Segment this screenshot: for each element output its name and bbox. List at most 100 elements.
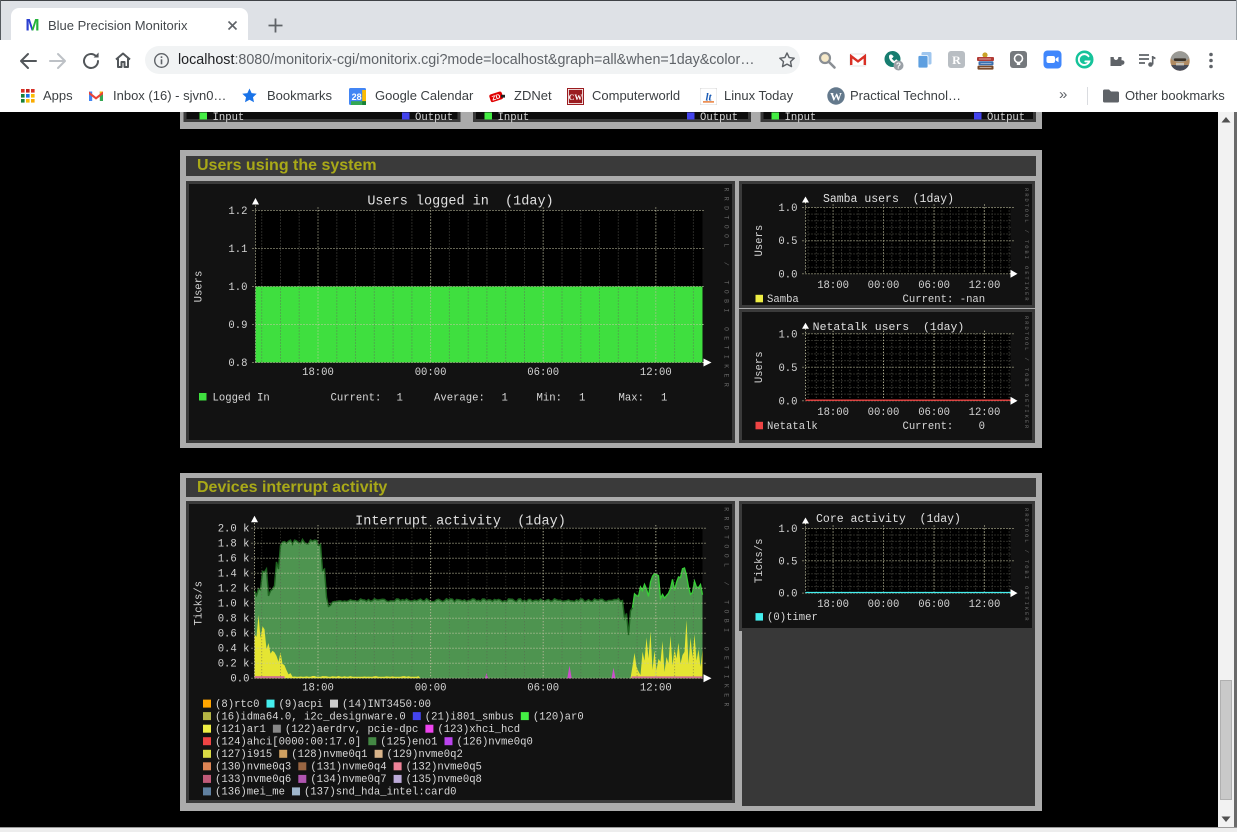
- svg-text:00:00: 00:00: [414, 367, 446, 379]
- svg-text:1.1: 1.1: [228, 244, 247, 256]
- svg-text:(129)nvme0q2: (129)nvme0q2: [386, 749, 462, 761]
- svg-text:(122)aerdrv, pcie-dpc: (122)aerdrv, pcie-dpc: [284, 724, 418, 736]
- svg-text:RRDTOOL / TOBI OETIKER: RRDTOOL / TOBI OETIKER: [1022, 315, 1029, 429]
- svg-text:(137)snd_hda_intel:card0: (137)snd_hda_intel:card0: [303, 786, 456, 798]
- svg-text:(9)acpi: (9)acpi: [278, 699, 323, 711]
- svg-text:1.0: 1.0: [778, 329, 797, 341]
- svg-text:0.8 k: 0.8 k: [217, 613, 249, 625]
- svg-text:RRDTOOL / TOBI OETIKER: RRDTOOL / TOBI OETIKER: [1023, 508, 1030, 622]
- svg-text:0.5: 0.5: [778, 556, 797, 568]
- svg-text:Users logged in (1day): Users logged in (1day): [367, 194, 553, 209]
- svg-text:Interrupt activity (1day): Interrupt activity (1day): [355, 514, 566, 529]
- svg-text:Users: Users: [754, 224, 766, 256]
- svg-text:R: R: [952, 53, 961, 67]
- svg-text:1.4 k: 1.4 k: [217, 568, 249, 580]
- svg-text:Ticks/s: Ticks/s: [193, 581, 205, 626]
- svg-text:Netatalk: Netatalk: [767, 420, 818, 432]
- svg-text:RRDTOOL / TOBI OETIKER: RRDTOOL / TOBI OETIKER: [722, 187, 729, 392]
- svg-text:1.6 k: 1.6 k: [217, 553, 249, 565]
- svg-text:(14)INT3450:00: (14)INT3450:00: [342, 699, 431, 711]
- svg-text:1: 1: [501, 392, 507, 404]
- svg-text:Samba users (1day): Samba users (1day): [822, 193, 953, 206]
- svg-text:1: 1: [661, 392, 667, 404]
- svg-text:Output: Output: [700, 112, 738, 124]
- svg-text:18:00: 18:00: [817, 406, 849, 418]
- svg-text:1.0: 1.0: [228, 282, 247, 294]
- svg-text:W: W: [830, 89, 842, 103]
- svg-text:RRDTOOL / TOBI OETIKER: RRDTOOL / TOBI OETIKER: [1023, 188, 1030, 302]
- svg-text:12:00: 12:00: [968, 280, 1000, 292]
- svg-text:0.5: 0.5: [778, 362, 797, 374]
- svg-text:M: M: [25, 16, 39, 33]
- svg-text:06:00: 06:00: [527, 682, 559, 694]
- svg-text:1: 1: [579, 392, 585, 404]
- svg-text:1.8 k: 1.8 k: [217, 538, 249, 550]
- svg-text:(8)rtc0: (8)rtc0: [215, 699, 260, 711]
- svg-text:(128)nvme0q1: (128)nvme0q1: [291, 749, 367, 761]
- svg-text:(134)nvme0q7: (134)nvme0q7: [310, 774, 386, 786]
- svg-text:1.2: 1.2: [228, 206, 247, 218]
- svg-text:?: ?: [896, 61, 901, 71]
- svg-text:(132)nvme0q5: (132)nvme0q5: [405, 761, 481, 773]
- svg-text:Logged In: Logged In: [212, 392, 269, 404]
- svg-text:Ticks/s: Ticks/s: [754, 538, 766, 583]
- svg-text:0.6 k: 0.6 k: [217, 628, 249, 640]
- svg-text:0.0: 0.0: [230, 673, 249, 685]
- svg-text:00:00: 00:00: [867, 406, 899, 418]
- svg-text:0.0: 0.0: [778, 269, 797, 281]
- svg-text:18:00: 18:00: [302, 682, 334, 694]
- svg-text:Current:: Current:: [330, 392, 381, 404]
- svg-text:12:00: 12:00: [639, 682, 671, 694]
- svg-text:(125)eno1: (125)eno1: [380, 736, 437, 748]
- svg-text:Users: Users: [754, 351, 766, 383]
- svg-text:Min:: Min:: [536, 392, 561, 404]
- svg-text:12:00: 12:00: [968, 406, 1000, 418]
- svg-text:Output: Output: [415, 112, 453, 124]
- svg-text:(123)xhci_hcd: (123)xhci_hcd: [437, 724, 520, 736]
- svg-text:06:00: 06:00: [527, 367, 559, 379]
- svg-text:0.5: 0.5: [778, 236, 797, 248]
- svg-text:Max:: Max:: [618, 392, 643, 404]
- svg-text:(21)i801_smbus: (21)i801_smbus: [424, 711, 513, 723]
- svg-text:(121)ar1: (121)ar1: [215, 724, 266, 736]
- svg-text:18:00: 18:00: [817, 599, 849, 611]
- svg-text:0.0: 0.0: [778, 588, 797, 600]
- svg-text:Input: Input: [498, 112, 530, 124]
- svg-text:00:00: 00:00: [867, 599, 899, 611]
- svg-text:1.2 k: 1.2 k: [217, 583, 249, 595]
- svg-text:2.0 k: 2.0 k: [217, 523, 249, 535]
- svg-text:18:00: 18:00: [817, 280, 849, 292]
- svg-text:1: 1: [396, 392, 402, 404]
- svg-text:Average:: Average:: [434, 392, 485, 404]
- svg-text:(136)mei_me: (136)mei_me: [215, 786, 285, 798]
- svg-text:1.0 k: 1.0 k: [217, 598, 249, 610]
- svg-text:Input: Input: [785, 112, 817, 124]
- svg-text:0.2 k: 0.2 k: [217, 658, 249, 670]
- svg-text:(133)nvme0q6: (133)nvme0q6: [215, 774, 291, 786]
- svg-text:06:00: 06:00: [918, 599, 950, 611]
- svg-text:(131)nvme0q4: (131)nvme0q4: [310, 761, 386, 773]
- svg-text:0.9: 0.9: [228, 320, 247, 332]
- svg-text:Current: 0: Current: 0: [902, 420, 985, 432]
- svg-text:1.0: 1.0: [778, 203, 797, 215]
- svg-text:12:00: 12:00: [968, 599, 1000, 611]
- svg-text:(120)ar0: (120)ar0: [532, 711, 583, 723]
- svg-text:Samba: Samba: [767, 293, 799, 304]
- svg-text:06:00: 06:00: [918, 280, 950, 292]
- svg-text:0.4 k: 0.4 k: [217, 643, 249, 655]
- svg-text:Core activity (1day): Core activity (1day): [816, 513, 961, 526]
- svg-text:00:00: 00:00: [414, 682, 446, 694]
- svg-text:Netatalk users (1day): Netatalk users (1day): [812, 320, 964, 333]
- svg-text:(124)ahci[0000:00:17.0]: (124)ahci[0000:00:17.0]: [215, 736, 361, 748]
- svg-text:(130)nvme0q3: (130)nvme0q3: [215, 761, 291, 773]
- svg-text:1.0: 1.0: [778, 524, 797, 536]
- svg-text:28: 28: [352, 92, 362, 102]
- svg-text:(126)nvme0q0: (126)nvme0q0: [456, 736, 532, 748]
- svg-text:06:00: 06:00: [918, 406, 950, 418]
- svg-text:(127)i915: (127)i915: [215, 749, 272, 761]
- svg-text:(135)nvme0q8: (135)nvme0q8: [405, 774, 481, 786]
- svg-text:Input: Input: [213, 112, 245, 124]
- svg-text:00:00: 00:00: [867, 280, 899, 292]
- svg-text:0.8: 0.8: [228, 358, 247, 370]
- svg-text:(16)idma64.0, i2c_designware.0: (16)idma64.0, i2c_designware.0: [215, 711, 406, 723]
